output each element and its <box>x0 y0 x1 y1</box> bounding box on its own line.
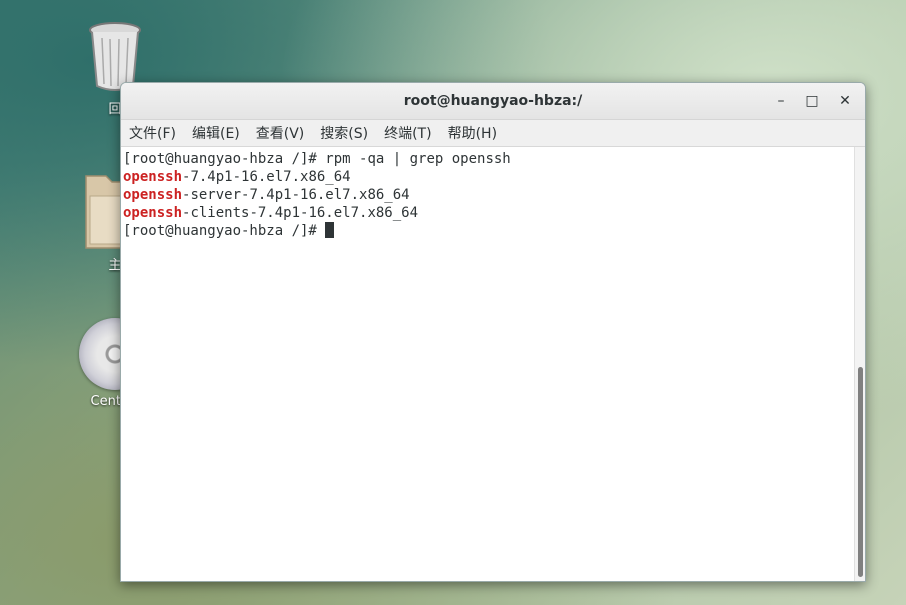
terminal-output[interactable]: [root@huangyao-hbza /]# rpm -qa | grep o… <box>121 147 855 581</box>
minimize-button[interactable]: – <box>770 91 792 111</box>
prompt: [root@huangyao-hbza /]# <box>123 223 326 239</box>
match-highlight: openssh <box>123 205 183 221</box>
menu-edit[interactable]: 编辑(E) <box>190 123 248 143</box>
prompt: [root@huangyao-hbza /]# <box>123 151 326 167</box>
output-line: openssh-clients-7.4p1-16.el7.x86_64 <box>123 204 855 222</box>
terminal-window[interactable]: root@huangyao-hbza:/ – □ ✕ 文件(F) 编辑(E) 查… <box>120 82 866 582</box>
menu-view[interactable]: 查看(V) <box>254 123 313 143</box>
vertical-scrollbar[interactable] <box>854 147 865 581</box>
output-rest: -server-7.4p1-16.el7.x86_64 <box>182 187 410 203</box>
output-line: openssh-server-7.4p1-16.el7.x86_64 <box>123 186 855 204</box>
output-line: openssh-7.4p1-16.el7.x86_64 <box>123 168 855 186</box>
output-rest: -7.4p1-16.el7.x86_64 <box>182 169 351 185</box>
command-line: [root@huangyao-hbza /]# rpm -qa | grep o… <box>123 150 855 168</box>
close-button[interactable]: ✕ <box>834 91 856 111</box>
maximize-button[interactable]: □ <box>801 91 823 111</box>
menu-terminal[interactable]: 终端(T) <box>382 123 439 143</box>
scrollbar-thumb[interactable] <box>858 367 863 577</box>
match-highlight: openssh <box>123 169 183 185</box>
maximize-icon: □ <box>805 93 819 109</box>
menu-search[interactable]: 搜索(S) <box>318 123 376 143</box>
window-title: root@huangyao-hbza:/ <box>403 93 583 109</box>
menu-file[interactable]: 文件(F) <box>127 123 184 143</box>
command-text: rpm -qa | grep openssh <box>325 151 511 167</box>
menu-help[interactable]: 帮助(H) <box>446 123 505 143</box>
minimize-icon: – <box>777 93 785 109</box>
match-highlight: openssh <box>123 187 183 203</box>
title-bar[interactable]: root@huangyao-hbza:/ – □ ✕ <box>121 83 865 120</box>
close-icon: ✕ <box>839 93 851 109</box>
prompt-line: [root@huangyao-hbza /]# <box>123 222 855 240</box>
menu-bar: 文件(F) 编辑(E) 查看(V) 搜索(S) 终端(T) 帮助(H) <box>121 120 865 147</box>
text-cursor <box>325 222 335 238</box>
output-rest: -clients-7.4p1-16.el7.x86_64 <box>182 205 419 221</box>
